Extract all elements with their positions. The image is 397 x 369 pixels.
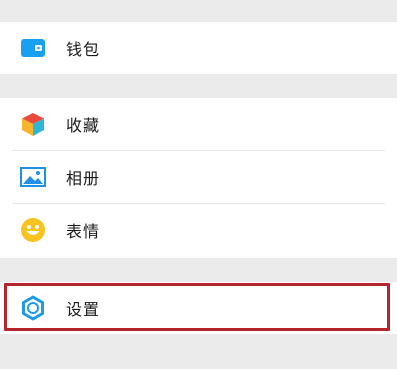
wallet-icon [20, 35, 46, 61]
menu-item-stickers[interactable]: 表情 [0, 204, 397, 256]
menu-item-wallet-label: 钱包 [66, 40, 101, 59]
menu-item-favorites-label: 收藏 [66, 116, 101, 135]
content-section: 收藏 相册 表情 [0, 98, 397, 258]
settings-section: 设置 [0, 282, 397, 334]
menu-item-album[interactable]: 相册 [0, 151, 397, 203]
menu-item-settings[interactable]: 设置 [0, 282, 397, 334]
menu-item-stickers-label: 表情 [66, 222, 101, 241]
menu-item-favorites[interactable]: 收藏 [0, 98, 397, 150]
menu-item-album-label: 相册 [66, 169, 101, 188]
cube-icon [20, 111, 46, 137]
menu-item-wallet[interactable]: 钱包 [0, 22, 397, 74]
wallet-section: 钱包 [0, 22, 397, 74]
menu-item-settings-label: 设置 [66, 300, 101, 319]
gear-icon [20, 295, 46, 321]
smiley-icon [20, 217, 46, 243]
image-icon [20, 164, 46, 190]
